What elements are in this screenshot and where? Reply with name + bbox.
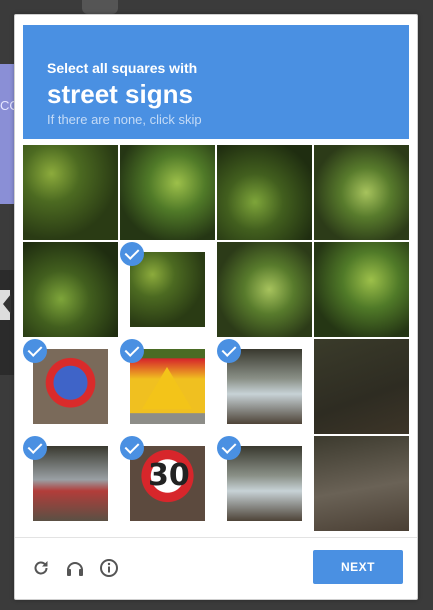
grid-tile-selected[interactable]: 30 bbox=[120, 436, 215, 531]
grid-tile[interactable] bbox=[23, 145, 118, 240]
background-bar bbox=[0, 270, 14, 375]
grid-tile[interactable] bbox=[217, 242, 312, 337]
captcha-footer: NEXT bbox=[15, 537, 417, 600]
grid-tile[interactable] bbox=[217, 145, 312, 240]
grid-tile-selected[interactable] bbox=[120, 339, 215, 434]
grid-tile-selected[interactable] bbox=[217, 339, 312, 434]
grid-tile[interactable] bbox=[314, 145, 409, 240]
grid-tile[interactable] bbox=[314, 436, 409, 531]
instruction-text: Select all squares with bbox=[47, 60, 198, 76]
audio-icon[interactable] bbox=[65, 558, 85, 578]
captcha-header: Select all squares with street signs If … bbox=[23, 25, 409, 139]
sign-number: 30 bbox=[148, 458, 190, 493]
check-icon bbox=[120, 339, 144, 363]
grid-tile-selected[interactable] bbox=[23, 339, 118, 434]
captcha-dialog: Select all squares with street signs If … bbox=[14, 14, 418, 600]
target-text: street signs bbox=[47, 79, 193, 109]
grid-tile[interactable] bbox=[314, 242, 409, 337]
check-icon bbox=[120, 436, 144, 460]
background-panel: CO bbox=[0, 64, 20, 204]
image-grid: 30 bbox=[23, 145, 409, 531]
grid-tile-selected[interactable] bbox=[120, 242, 215, 337]
check-icon bbox=[217, 436, 241, 460]
grid-tile-selected[interactable] bbox=[217, 436, 312, 531]
hint-text: If there are none, click skip bbox=[47, 112, 202, 127]
check-icon bbox=[23, 436, 47, 460]
grid-tile[interactable] bbox=[23, 242, 118, 337]
background-icon bbox=[82, 0, 118, 14]
grid-tile[interactable] bbox=[314, 339, 409, 434]
grid-tile-selected[interactable] bbox=[23, 436, 118, 531]
grid-tile[interactable] bbox=[120, 145, 215, 240]
reload-icon[interactable] bbox=[31, 558, 51, 578]
check-icon bbox=[23, 339, 47, 363]
next-button[interactable]: NEXT bbox=[313, 550, 403, 584]
check-icon bbox=[120, 242, 144, 266]
background-arrow-icon bbox=[3, 294, 11, 314]
check-icon bbox=[217, 339, 241, 363]
info-icon[interactable] bbox=[99, 558, 119, 578]
